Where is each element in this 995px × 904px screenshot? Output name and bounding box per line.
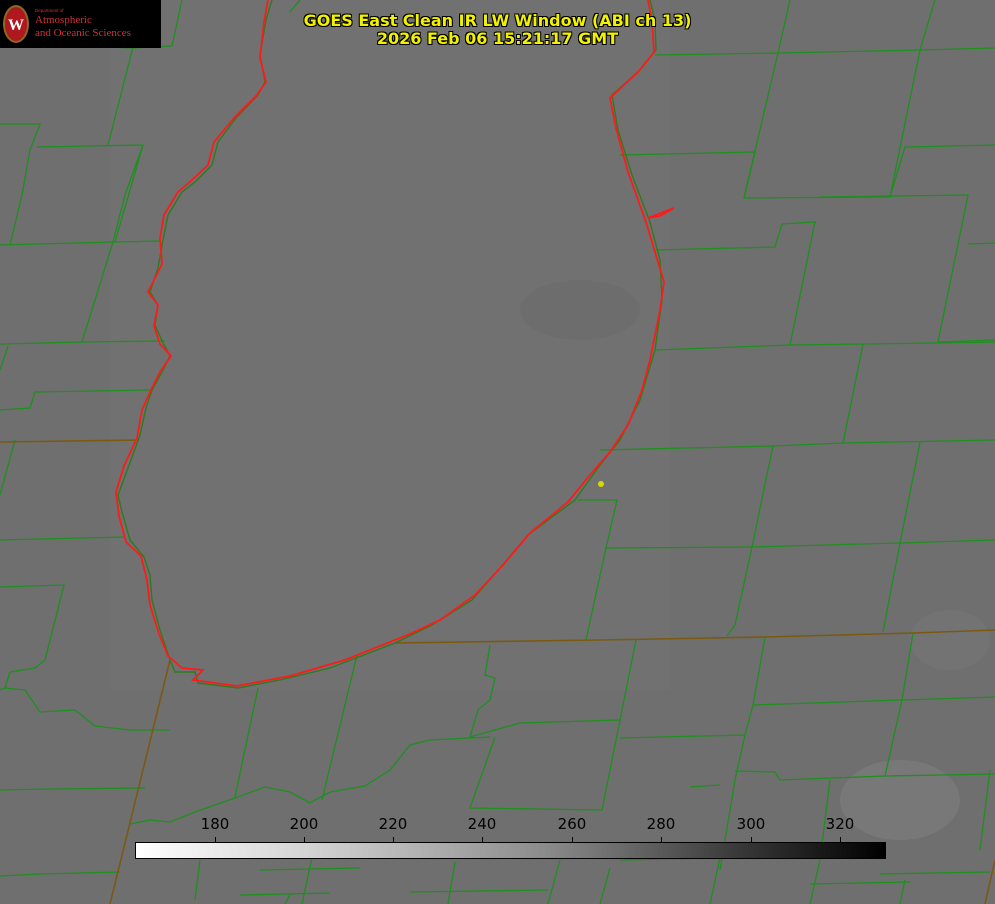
colorbar-tick-label: 220 [378, 815, 408, 833]
colorbar-tick [840, 837, 841, 843]
cloud-patch [520, 280, 640, 340]
lake-fill [110, 0, 670, 690]
satellite-map [0, 0, 995, 904]
colorbar-tick [751, 837, 752, 843]
cloud-patch [910, 610, 990, 670]
colorbar-tick-label: 260 [557, 815, 587, 833]
colorbar-tick [482, 837, 483, 843]
colorbar-tick-label: 180 [200, 815, 230, 833]
image-title: GOES East Clean IR LW Window (ABI ch 13) [303, 11, 692, 30]
colorbar-tick [215, 837, 216, 843]
colorbar-tick [393, 837, 394, 843]
colorbar-tick [304, 837, 305, 843]
colorbar-tick [661, 837, 662, 843]
location-marker [598, 481, 604, 487]
colorbar-gradient [135, 842, 886, 859]
colorbar-tick-label: 240 [467, 815, 497, 833]
colorbar-tick-label: 300 [736, 815, 766, 833]
colorbar-tick-label: 320 [825, 815, 855, 833]
colorbar-tick-label: 280 [646, 815, 676, 833]
colorbar-tick [572, 837, 573, 843]
image-timestamp: 2026 Feb 06 15:21:17 GMT [376, 29, 619, 48]
colorbar-tick-label: 200 [289, 815, 319, 833]
